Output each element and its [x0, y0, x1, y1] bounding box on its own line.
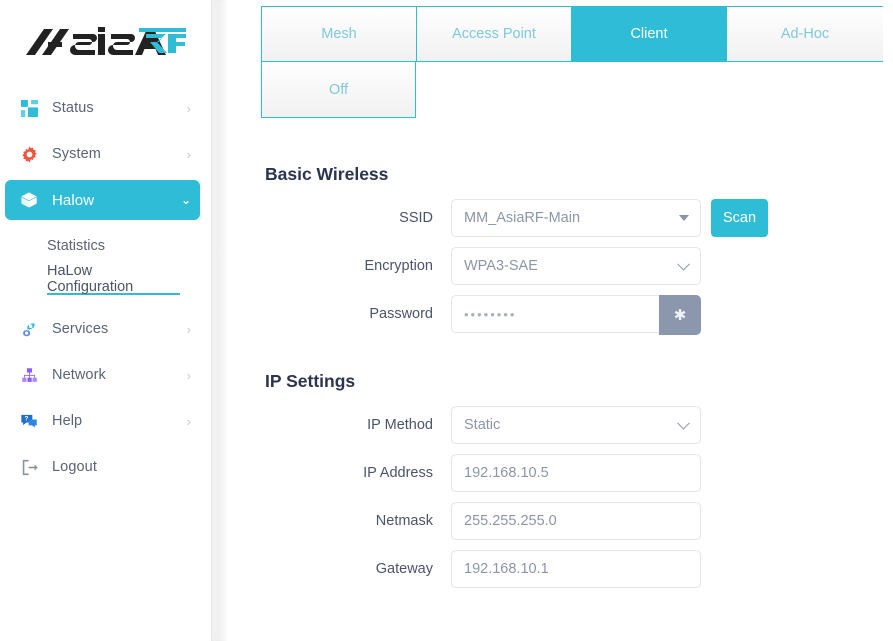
sidebar: Status › System › Halow ⌄ Statistics HaL… [0, 0, 211, 641]
sidebar-subitem-label: HaLow Configuration [47, 263, 134, 295]
tab-label: Client [630, 26, 668, 42]
basic-wireless-form: SSID MM_AsiaRF-Main Scan Encryption WPA3… [261, 199, 893, 335]
main-content: Mesh Access Point Client Ad-Hoc Off Basi… [261, 0, 893, 641]
chevron-right-icon: › [186, 367, 191, 383]
tab-label: Ad-Hoc [780, 26, 830, 42]
chevron-right-icon: › [186, 146, 191, 162]
sidebar-item-halow[interactable]: Halow ⌄ [5, 180, 200, 220]
netmask-label: Netmask [375, 513, 433, 529]
sidebar-item-label: Halow [52, 191, 95, 209]
gateway-label: Gateway [375, 561, 433, 577]
ip-settings-heading: IP Settings [265, 371, 356, 391]
ip-address-input[interactable]: 192.168.10.5 [451, 454, 701, 492]
ssid-select[interactable]: MM_AsiaRF-Main [451, 199, 701, 237]
content-left-gutter [227, 0, 261, 641]
chevron-down-icon: ⌄ [180, 193, 191, 207]
ip-method-value: Static [464, 417, 501, 433]
ip-settings-form: IP Method Static IP Address 192.168.10.5… [261, 406, 893, 588]
encryption-select[interactable]: WPA3-SAE [451, 247, 701, 285]
cube-icon [18, 189, 40, 211]
gateway-value: 192.168.10.1 [464, 561, 549, 577]
ssid-row: SSID MM_AsiaRF-Main Scan [261, 199, 893, 237]
sidebar-item-label: System [52, 146, 101, 162]
chevron-right-icon: › [186, 413, 191, 429]
page-root: Status › System › Halow ⌄ Statistics HaL… [0, 0, 893, 641]
tab-ad-hoc[interactable]: Ad-Hoc [726, 6, 883, 62]
sidebar-item-label: Help [52, 413, 83, 429]
password-row: Password •••••••• ✱ [261, 295, 893, 335]
gateway-row: Gateway 192.168.10.1 [261, 550, 893, 588]
sidebar-item-logout[interactable]: Logout [5, 447, 200, 487]
password-reveal-button[interactable]: ✱ [659, 295, 701, 335]
sidebar-item-system[interactable]: System › [5, 134, 200, 174]
sidebar-item-label: Network [52, 367, 106, 383]
password-value: •••••••• [464, 306, 517, 322]
basic-wireless-heading: Basic Wireless [265, 164, 389, 184]
gateway-input[interactable]: 192.168.10.1 [451, 550, 701, 588]
gear-icon [18, 143, 40, 165]
encryption-label: Encryption [364, 258, 433, 274]
sitemap-icon [18, 364, 40, 386]
password-input[interactable]: •••••••• ✱ [451, 295, 701, 335]
gears-icon [18, 318, 40, 340]
sidebar-divider [211, 0, 227, 641]
ip-method-row: IP Method Static [261, 406, 893, 444]
sidebar-submenu-halow: Statistics HaLow Configuration [0, 231, 211, 295]
ip-address-label: IP Address [363, 465, 433, 481]
chevron-right-icon: › [186, 321, 191, 337]
sidebar-nav: Status › System › Halow ⌄ Statistics HaL… [0, 88, 211, 487]
sidebar-subitem-statistics[interactable]: Statistics [47, 231, 180, 261]
tab-label: Access Point [452, 26, 536, 42]
caret-down-icon [679, 215, 689, 221]
chevron-down-icon [677, 416, 690, 430]
mode-tabs-row-2: Off [261, 62, 416, 118]
tab-client[interactable]: Client [571, 6, 726, 62]
netmask-row: Netmask 255.255.255.0 [261, 502, 893, 540]
sidebar-item-network[interactable]: Network › [5, 355, 200, 395]
sidebar-item-label: Services [52, 321, 109, 337]
sidebar-subitem-label: Statistics [47, 238, 106, 254]
sidebar-item-services[interactable]: Services › [5, 309, 200, 349]
encryption-row: Encryption WPA3-SAE [261, 247, 893, 285]
ip-method-select[interactable]: Static [451, 406, 701, 444]
mode-tabs: Mesh Access Point Client Ad-Hoc [261, 6, 893, 62]
chevron-down-icon [677, 257, 690, 271]
tab-access-point[interactable]: Access Point [416, 6, 571, 62]
sidebar-item-label: Logout [52, 459, 97, 475]
encryption-value: WPA3-SAE [464, 258, 538, 274]
sidebar-item-label: Status [52, 100, 94, 116]
netmask-input[interactable]: 255.255.255.0 [451, 502, 701, 540]
sidebar-subitem-halow-configuration[interactable]: HaLow Configuration [47, 263, 180, 295]
tab-label: Off [328, 81, 349, 98]
ip-address-row: IP Address 192.168.10.5 [261, 454, 893, 492]
netmask-value: 255.255.255.0 [464, 513, 557, 529]
ssid-label: SSID [399, 210, 433, 226]
tab-label: Mesh [321, 26, 357, 42]
tab-mesh[interactable]: Mesh [261, 6, 416, 62]
grid-icon [18, 97, 40, 119]
sidebar-item-status[interactable]: Status › [5, 88, 200, 128]
ip-method-label: IP Method [367, 417, 433, 433]
chevron-right-icon: › [186, 100, 191, 116]
scan-button[interactable]: Scan [711, 199, 768, 237]
asiarf-logo-icon [25, 27, 186, 55]
sidebar-item-help[interactable]: ? Help › [5, 401, 200, 441]
password-label: Password [369, 306, 433, 322]
ssid-value: MM_AsiaRF-Main [464, 210, 581, 226]
tab-off[interactable]: Off [261, 62, 416, 118]
scan-button-label: Scan [722, 210, 757, 226]
brand-logo[interactable] [0, 0, 211, 80]
svg-text:?: ? [24, 416, 28, 423]
ip-address-value: 192.168.10.5 [464, 465, 549, 481]
help-chat-icon: ? [18, 410, 40, 432]
logout-icon [18, 456, 40, 478]
